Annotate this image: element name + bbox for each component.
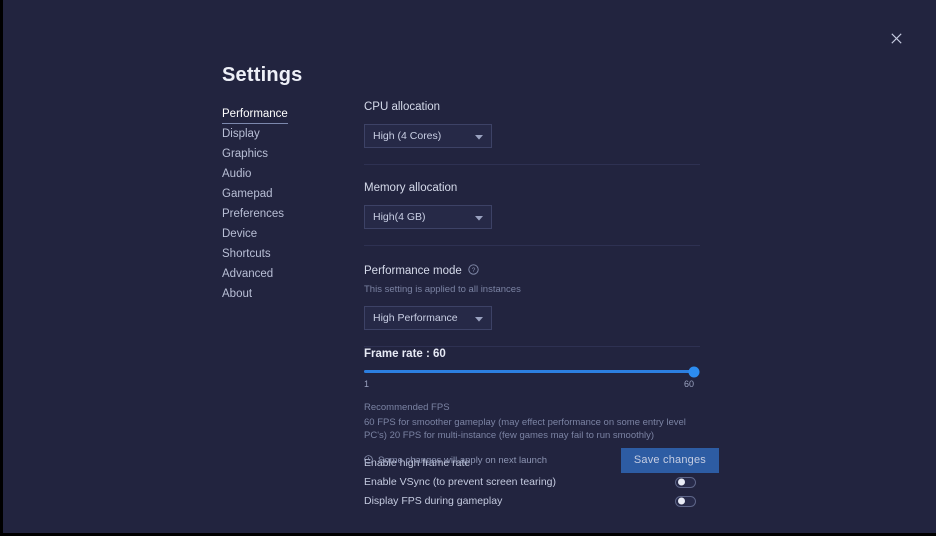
cpu-allocation-value: High (4 Cores)	[373, 130, 441, 142]
frame-rate-min-label: 1	[364, 379, 369, 389]
memory-allocation-label: Memory allocation	[364, 181, 704, 195]
frame-rate-max-label: 60	[684, 379, 694, 389]
cpu-allocation-section: CPU allocation High (4 Cores)	[364, 100, 704, 148]
next-launch-note: Some changes will apply on next launch	[364, 455, 547, 467]
enable-vsync-toggle[interactable]	[675, 477, 696, 488]
recommended-fps-title: Recommended FPS	[364, 401, 704, 414]
sidebar-item-shortcuts[interactable]: Shortcuts	[222, 244, 271, 264]
toggle-label: Display FPS during gameplay	[364, 495, 502, 507]
divider	[364, 164, 700, 165]
cpu-allocation-select[interactable]: High (4 Cores)	[364, 124, 492, 148]
info-circle-icon	[364, 455, 373, 467]
chevron-down-icon	[475, 127, 483, 145]
frame-rate-slider-handle[interactable]	[689, 366, 700, 377]
memory-allocation-section: Memory allocation High(4 GB)	[364, 181, 704, 229]
frame-rate-slider-fill	[364, 370, 694, 373]
performance-mode-value: High Performance	[373, 312, 458, 324]
toggle-label: Enable VSync (to prevent screen tearing)	[364, 476, 556, 488]
sidebar-item-audio[interactable]: Audio	[222, 164, 251, 184]
next-launch-note-text: Some changes will apply on next launch	[378, 455, 547, 466]
sidebar-item-display[interactable]: Display	[222, 124, 260, 144]
sidebar-item-advanced[interactable]: Advanced	[222, 264, 273, 284]
toggle-knob	[678, 498, 685, 505]
help-circle-icon[interactable]: ?	[468, 262, 479, 280]
settings-footer: Some changes will apply on next launch S…	[364, 448, 719, 473]
performance-mode-label: Performance mode	[364, 264, 462, 278]
settings-window: Settings Performance Display Graphics Au…	[3, 0, 936, 533]
toggle-knob	[678, 479, 685, 486]
sidebar-item-performance[interactable]: Performance	[222, 104, 288, 124]
close-icon[interactable]	[887, 29, 906, 48]
sidebar-item-device[interactable]: Device	[222, 224, 257, 244]
memory-allocation-value: High(4 GB)	[373, 211, 426, 223]
sidebar-item-graphics[interactable]: Graphics	[222, 144, 268, 164]
recommended-fps-body: 60 FPS for smoother gameplay (may effect…	[364, 416, 698, 442]
frame-rate-section: Frame rate : 60 1 60 Recommended FPS 60 …	[364, 347, 704, 442]
save-changes-button[interactable]: Save changes	[621, 448, 719, 473]
toggle-row-display-fps: Display FPS during gameplay	[364, 492, 696, 510]
toggle-row-vsync: Enable VSync (to prevent screen tearing)	[364, 473, 696, 491]
frame-rate-slider[interactable]	[364, 370, 694, 373]
page-title: Settings	[222, 64, 303, 87]
cpu-allocation-label: CPU allocation	[364, 100, 704, 114]
chevron-down-icon	[475, 208, 483, 226]
performance-mode-sublabel: This setting is applied to all instances	[364, 283, 704, 296]
sidebar-item-gamepad[interactable]: Gamepad	[222, 184, 273, 204]
memory-allocation-select[interactable]: High(4 GB)	[364, 205, 492, 229]
frame-rate-label: Frame rate : 60	[364, 347, 704, 361]
performance-mode-section: Performance mode ? This setting is appli…	[364, 262, 704, 330]
sidebar-item-preferences[interactable]: Preferences	[222, 204, 284, 224]
chevron-down-icon	[475, 309, 483, 327]
svg-text:?: ?	[471, 267, 475, 274]
frame-rate-range-labels: 1 60	[364, 379, 694, 391]
settings-sidebar: Performance Display Graphics Audio Gamep…	[222, 104, 342, 304]
sidebar-item-about[interactable]: About	[222, 284, 252, 304]
display-fps-toggle[interactable]	[675, 496, 696, 507]
performance-mode-select[interactable]: High Performance	[364, 306, 492, 330]
divider	[364, 245, 700, 246]
